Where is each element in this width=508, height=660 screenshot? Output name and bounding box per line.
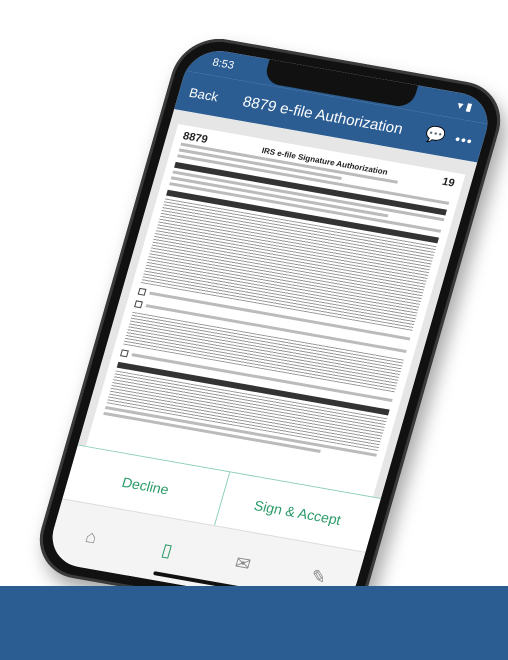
status-time: 8:53 <box>210 56 236 72</box>
document-page: 8879 IRS e-file Signature Authorization … <box>85 123 466 498</box>
wifi-battery-icon: ▾ ▮ <box>455 99 474 114</box>
checkbox[interactable] <box>120 349 129 358</box>
message-icon[interactable]: ✉ <box>225 551 260 576</box>
phone-screen: 8:53 ▾ ▮ Back 8879 e-file Authorization … <box>44 45 496 615</box>
back-button[interactable]: Back <box>188 84 221 103</box>
phone-body: 8:53 ▾ ▮ Back 8879 e-file Authorization … <box>29 32 508 628</box>
phone: 8:53 ▾ ▮ Back 8879 e-file Authorization … <box>29 32 508 628</box>
checkbox[interactable] <box>134 300 143 309</box>
home-icon[interactable]: ⌂ <box>74 524 109 549</box>
bottom-band <box>0 586 508 660</box>
more-icon[interactable]: ••• <box>453 131 475 149</box>
form-number: 8879 <box>181 130 210 146</box>
form-year: 19 <box>440 175 457 190</box>
chat-icon[interactable]: 💬 <box>423 124 448 147</box>
document-icon[interactable]: ▯ <box>149 537 184 562</box>
document-viewer[interactable]: 8879 IRS e-file Signature Authorization … <box>77 109 478 499</box>
checkbox[interactable] <box>137 287 147 296</box>
